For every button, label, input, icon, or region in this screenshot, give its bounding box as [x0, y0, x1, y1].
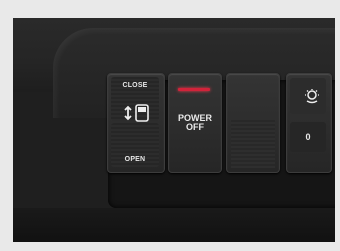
dashboard-lower-panel — [13, 208, 335, 242]
light-switch-upper[interactable] — [290, 78, 326, 114]
dashboard-photo: CLOSE OPEN POWER OFF 0 — [13, 18, 335, 242]
light-value-label: 0 — [305, 132, 311, 142]
interior-light-icon — [305, 89, 319, 104]
power-off-switch[interactable]: POWER OFF — [168, 73, 222, 173]
sliding-door-switch[interactable]: CLOSE OPEN — [107, 73, 165, 173]
door-open-half[interactable]: OPEN — [111, 123, 159, 167]
blank-switch-texture — [231, 118, 275, 168]
off-label: OFF — [186, 122, 204, 132]
door-close-half[interactable]: CLOSE — [111, 77, 159, 122]
power-off-label: POWER OFF — [169, 114, 221, 132]
blank-switch[interactable] — [226, 73, 280, 173]
close-label: CLOSE — [122, 82, 148, 89]
interior-light-switch[interactable]: 0 — [286, 73, 332, 173]
light-switch-lower[interactable]: 0 — [290, 122, 326, 152]
open-label: OPEN — [124, 156, 146, 163]
power-indicator-light — [178, 88, 210, 91]
sliding-door-icon — [124, 104, 149, 122]
